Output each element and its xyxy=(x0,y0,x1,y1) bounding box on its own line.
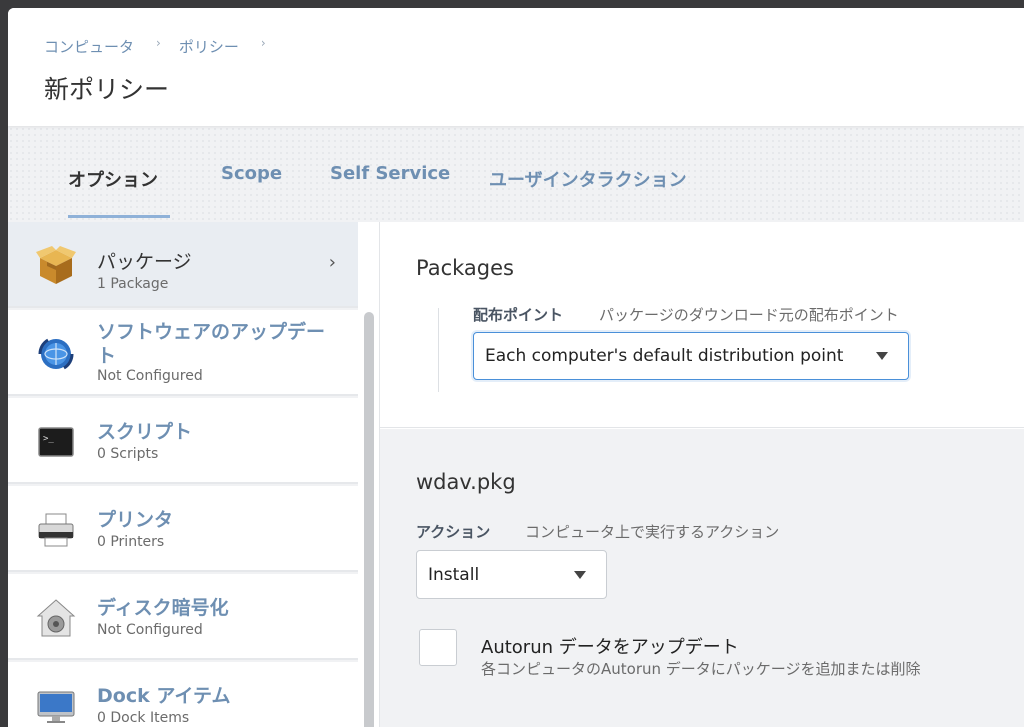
sidebar-item-sub: Not Configured xyxy=(97,622,203,638)
distribution-point-value: Each computer's default distribution poi… xyxy=(485,346,844,366)
sidebar-item-sub: 0 Scripts xyxy=(97,446,159,462)
tab-scope[interactable]: Scope xyxy=(221,163,282,184)
sidebar-item-label: ソフトウェアのアップデート xyxy=(97,321,326,367)
action-desc: コンピュータ上で実行するアクション xyxy=(525,523,780,541)
monitor-icon xyxy=(37,691,75,723)
sidebar-item-sub: 0 Dock Items xyxy=(97,710,190,726)
action-value: Install xyxy=(428,564,480,585)
software-update-icon xyxy=(38,338,74,370)
page-title: 新ポリシー xyxy=(44,75,170,104)
tab-self-service[interactable]: Self Service xyxy=(330,163,450,184)
sidebar-item-disk-encryption[interactable]: ディスク暗号化 Not Configured xyxy=(8,574,358,660)
tab-user-interaction[interactable]: ユーザインタラクション xyxy=(489,166,687,192)
tab-options[interactable]: オプション xyxy=(68,166,158,192)
sidebar-item-label: ディスク暗号化 xyxy=(97,597,229,619)
breadcrumb-chevron-icon: › xyxy=(156,35,161,50)
sidebar-item-label: プリンタ xyxy=(97,509,174,531)
sidebar-item-dock-items[interactable]: Dock アイテム 0 Dock Items xyxy=(8,662,358,727)
package-name: wdav.pkg xyxy=(416,470,516,494)
sidebar-item-printers[interactable]: プリンタ 0 Printers xyxy=(8,486,358,572)
action-select[interactable]: Install xyxy=(416,550,607,599)
policy-window: コンピュータ › ポリシー › 新ポリシー オプション Scope Self S… xyxy=(8,8,1024,727)
sidebar-item-label: スクリプト xyxy=(97,421,193,443)
breadcrumb-chevron-icon: › xyxy=(260,35,266,50)
autorun-checkbox[interactable] xyxy=(419,629,457,666)
distribution-point-label: 配布ポイント xyxy=(473,306,564,324)
svg-text:>_: >_ xyxy=(43,434,54,444)
autorun-label: Autorun データをアップデート xyxy=(481,637,739,658)
sidebar-item-sub: 0 Printers xyxy=(97,534,165,550)
action-label: アクション xyxy=(416,523,491,541)
sidebar-item-label: Dock アイテム xyxy=(97,685,231,707)
sidebar-item-packages[interactable]: パッケージ 1 Package › xyxy=(8,222,358,308)
packages-section xyxy=(380,222,1024,428)
page-header: コンピュータ › ポリシー › 新ポリシー xyxy=(8,8,1024,126)
packages-title: Packages xyxy=(416,256,514,280)
disk-encryption-icon xyxy=(36,599,76,637)
package-icon xyxy=(36,246,76,284)
breadcrumb-policies-link[interactable]: ポリシー xyxy=(179,36,239,57)
sidebar-scrollbar[interactable] xyxy=(364,312,374,727)
sidebar: パッケージ 1 Package › ソフトウェアのアップデート Not Conf… xyxy=(8,222,358,727)
sidebar-item-sub: 1 Package xyxy=(97,276,169,292)
sidebar-item-scripts[interactable]: >_ スクリプト 0 Scripts xyxy=(8,398,358,484)
autorun-desc: 各コンピュータのAutorun データにパッケージを追加または削除 xyxy=(481,660,921,678)
chevron-right-icon: › xyxy=(328,252,336,273)
sidebar-item-software-update[interactable]: ソフトウェアのアップデート Not Configured xyxy=(8,310,358,396)
printer-icon xyxy=(38,513,74,547)
sidebar-item-sub: Not Configured xyxy=(97,368,203,384)
dropdown-arrow-icon xyxy=(574,570,586,579)
breadcrumb: コンピュータ › ポリシー › xyxy=(44,36,284,57)
dropdown-arrow-icon xyxy=(876,352,888,360)
section-divider xyxy=(438,308,439,392)
breadcrumb-computers-link[interactable]: コンピュータ xyxy=(44,36,134,57)
distribution-point-select[interactable]: Each computer's default distribution poi… xyxy=(473,332,909,380)
active-tab-indicator xyxy=(68,215,170,218)
tab-bar: オプション Scope Self Service ユーザインタラクション xyxy=(8,126,1024,222)
sidebar-item-label: パッケージ xyxy=(97,251,192,273)
distribution-point-desc: パッケージのダウンロード元の配布ポイント xyxy=(599,306,899,324)
terminal-icon: >_ xyxy=(38,427,74,457)
